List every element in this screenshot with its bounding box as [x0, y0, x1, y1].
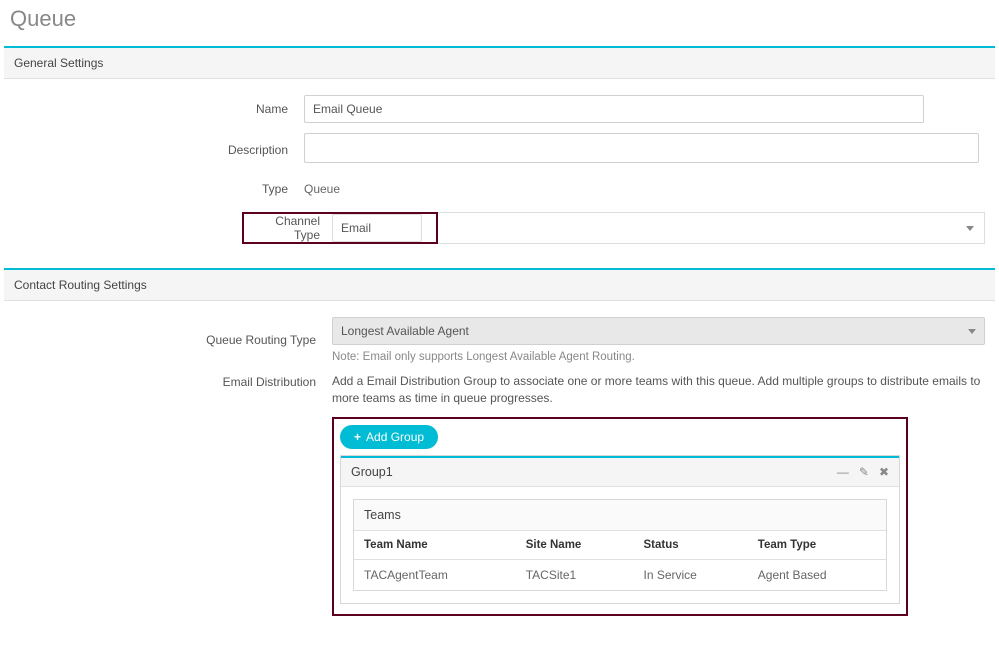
chevron-down-icon: [966, 226, 974, 231]
name-label: Name: [14, 102, 304, 116]
close-icon[interactable]: [879, 465, 889, 479]
col-site-name: Site Name: [516, 531, 634, 560]
description-textarea[interactable]: [304, 133, 979, 163]
group-title: Group1: [351, 465, 393, 479]
chevron-down-icon: [968, 329, 976, 334]
email-distribution-desc: Add a Email Distribution Group to associ…: [332, 373, 985, 407]
cell-team-type: Agent Based: [748, 559, 886, 590]
edit-icon[interactable]: [859, 465, 869, 479]
channel-type-highlight: Channel Type Email: [242, 212, 438, 244]
minimize-icon[interactable]: —: [837, 465, 849, 479]
col-status: Status: [634, 531, 748, 560]
add-group-button[interactable]: + Add Group: [340, 425, 438, 449]
group-panel: Group1 — Teams: [340, 455, 900, 604]
col-team-type: Team Type: [748, 531, 886, 560]
channel-type-select[interactable]: Email: [332, 214, 422, 242]
distribution-highlight: + Add Group Group1 —: [332, 417, 908, 616]
queue-routing-type-select[interactable]: Longest Available Agent: [332, 317, 985, 345]
queue-routing-type-label: Queue Routing Type: [14, 333, 332, 347]
cell-team-name: TACAgentTeam: [354, 559, 516, 590]
type-label: Type: [14, 182, 304, 196]
contact-routing-header: Contact Routing Settings: [4, 268, 995, 301]
add-group-label: Add Group: [366, 430, 424, 444]
table-header-row: Team Name Site Name Status Team Type: [354, 531, 886, 560]
teams-title: Teams: [354, 500, 886, 531]
type-value: Queue: [304, 176, 985, 202]
contact-routing-section: Contact Routing Settings Queue Routing T…: [4, 268, 995, 636]
plus-icon: +: [354, 430, 361, 444]
table-row[interactable]: TACAgentTeam TACSite1 In Service Agent B…: [354, 559, 886, 590]
page-title: Queue: [0, 0, 999, 46]
general-settings-header: General Settings: [4, 46, 995, 79]
col-team-name: Team Name: [354, 531, 516, 560]
channel-type-label: Channel Type: [244, 214, 332, 242]
channel-type-value: Email: [341, 221, 371, 235]
email-distribution-label: Email Distribution: [14, 373, 332, 389]
queue-routing-type-value: Longest Available Agent: [341, 324, 469, 338]
teams-table: Team Name Site Name Status Team Type TAC…: [354, 531, 886, 590]
general-settings-section: General Settings Name Description Type Q…: [4, 46, 995, 258]
cell-status: In Service: [634, 559, 748, 590]
cell-site-name: TACSite1: [516, 559, 634, 590]
channel-type-select-ext[interactable]: [438, 212, 985, 244]
teams-box: Teams Team Name Site Name Status Team Ty…: [353, 499, 887, 591]
name-input[interactable]: [304, 95, 924, 123]
description-label: Description: [14, 143, 304, 157]
queue-routing-note: Note: Email only supports Longest Availa…: [332, 351, 985, 363]
